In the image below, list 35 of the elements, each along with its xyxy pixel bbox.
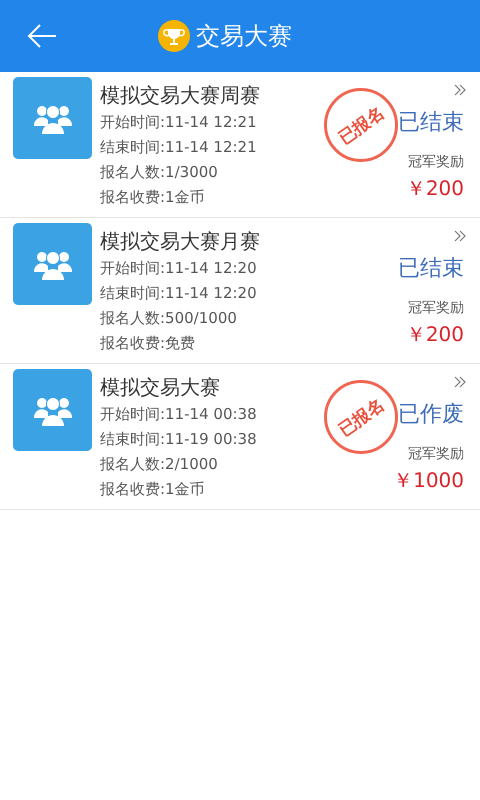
prize-label: 冠军奖励 bbox=[408, 153, 464, 171]
contest-name: 模拟交易大赛月赛 bbox=[100, 228, 261, 255]
registered-stamp: 已报名 bbox=[324, 380, 398, 454]
back-arrow-icon[interactable] bbox=[27, 23, 57, 49]
contest-name: 模拟交易大赛周赛 bbox=[100, 82, 261, 109]
end-time: 结束时间:11-19 00:38 bbox=[100, 429, 258, 450]
double-chevron-icon bbox=[454, 230, 466, 242]
contest-item[interactable]: 模拟交易大赛周赛 开始时间:11-14 12:21 结束时间:11-14 12:21 报名人数:1/3000 报名收费:1金币 已结束 冠军奖励 ￥200 已报名 bbox=[0, 72, 480, 218]
contest-status: 已结束 bbox=[398, 255, 464, 283]
prize-label: 冠军奖励 bbox=[408, 299, 464, 317]
entry-fee: 报名收费:1金币 bbox=[100, 187, 206, 208]
signup-count: 报名人数:500/1000 bbox=[100, 308, 238, 329]
signup-count: 报名人数:1/3000 bbox=[100, 162, 219, 183]
prize-amount: ￥200 bbox=[406, 175, 464, 202]
prize-amount: ￥200 bbox=[406, 321, 464, 348]
contest-item[interactable]: 模拟交易大赛月赛 开始时间:11-14 12:20 结束时间:11-14 12:20 报名人数:500/1000 报名收费:免费 已结束 冠军奖励 ￥200 bbox=[0, 218, 480, 364]
end-time: 结束时间:11-14 12:20 bbox=[100, 283, 258, 304]
start-time: 开始时间:11-14 12:21 bbox=[100, 112, 258, 133]
contest-name: 模拟交易大赛 bbox=[100, 374, 221, 401]
trophy-icon bbox=[158, 20, 190, 52]
prize-label: 冠军奖励 bbox=[408, 445, 464, 463]
contest-item[interactable]: 模拟交易大赛 开始时间:11-14 00:38 结束时间:11-19 00:38 报名人数:2/1000 报名收费:1金币 已作废 冠军奖励 ￥1000 已报名 bbox=[0, 364, 480, 510]
prize-amount: ￥1000 bbox=[393, 467, 464, 494]
registered-stamp: 已报名 bbox=[324, 88, 398, 162]
start-time: 开始时间:11-14 00:38 bbox=[100, 404, 258, 425]
signup-count: 报名人数:2/1000 bbox=[100, 454, 219, 475]
double-chevron-icon bbox=[454, 376, 466, 388]
page-title: 交易大赛 bbox=[196, 21, 292, 52]
entry-fee: 报名收费:1金币 bbox=[100, 479, 206, 500]
contest-status: 已作废 bbox=[398, 401, 464, 429]
contest-status: 已结束 bbox=[398, 109, 464, 137]
double-chevron-icon bbox=[454, 84, 466, 96]
start-time: 开始时间:11-14 12:20 bbox=[100, 258, 258, 279]
entry-fee: 报名收费:免费 bbox=[100, 333, 196, 354]
end-time: 结束时间:11-14 12:21 bbox=[100, 137, 258, 158]
